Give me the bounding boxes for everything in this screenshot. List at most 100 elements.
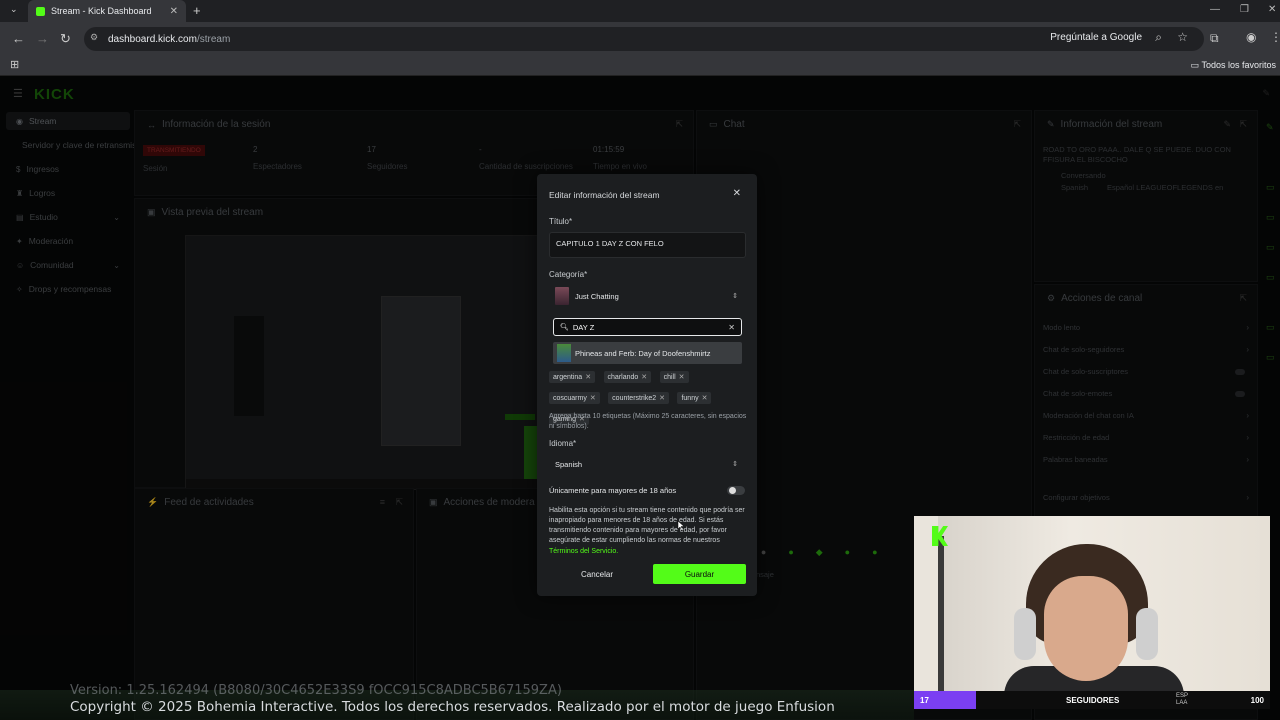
popout-icon[interactable]: ⇱ [395,497,403,508]
remove-tag-icon[interactable]: ✕ [659,395,665,402]
popout-icon[interactable]: ⇱ [1239,293,1247,304]
bookmarks-label: Todos los favoritos [1201,60,1276,70]
new-tab-icon[interactable]: + [193,3,201,18]
stat-value: 17 [367,145,376,154]
terms-link[interactable]: Términos del Servicio. [549,548,618,555]
filter-icon[interactable]: ≡ [380,497,385,507]
extensions-icon[interactable]: ⧉ [1210,31,1219,46]
tag-chip[interactable]: charlando ✕ [603,371,652,383]
remove-tag-icon[interactable]: ✕ [702,395,708,402]
apps-grid-icon[interactable]: ⊞ [10,58,19,71]
sidebar-item-community[interactable]: ☺ Comunidad ⌄ [6,256,130,274]
sidebar-item-stream[interactable]: ◉ Stream [6,112,130,130]
ai-moderation-item[interactable]: Moderación del chat con IA › [1043,411,1249,425]
emote-icon[interactable]: ◆ [816,547,823,558]
follower-goal-bar: 17 SEGUIDORES ESP LAA 100 [914,691,1270,709]
quick-action-icon[interactable]: ▭ [1266,272,1280,283]
goals-item[interactable]: Configurar objetivos › [1043,493,1249,507]
close-icon[interactable]: ✕ [733,188,741,199]
tag-label: funny [681,395,699,402]
category-search-result[interactable]: Phineas and Ferb: Day of Doofenshmirtz [553,342,742,531]
clear-search-icon[interactable]: ✕ [728,323,735,332]
close-window-icon[interactable]: ✕ [1268,4,1276,15]
emotes-only-toggle[interactable] [1235,391,1245,397]
emote-icon[interactable]: ● [845,547,850,558]
quick-action-icon[interactable]: ▭ [1266,352,1280,363]
banned-words-item[interactable]: Palabras baneadas › [1043,455,1249,469]
subs-only-item[interactable]: Chat de solo-suscriptores [1043,367,1249,381]
panel-title: ▣ Acciones de modera [429,497,535,508]
slow-mode-item[interactable]: Modo lento › [1043,323,1249,337]
remove-tag-icon[interactable]: ✕ [641,374,647,381]
language-select[interactable]: Spanish ⇕ [549,452,746,476]
category-search-input[interactable]: 🔍︎ DAY Z ✕ [553,318,742,336]
stream-title-input[interactable]: CAPITULO 1 DAY Z CON FELO [549,232,746,258]
quick-action-icon[interactable]: ▭ [1266,322,1280,333]
maximize-icon[interactable]: ❐ [1240,4,1249,15]
category-select[interactable]: Just Chatting ⇕ [549,284,746,308]
preview-title: Vista previa del stream [161,207,264,218]
edit-layout-icon[interactable]: ✎ [1262,88,1270,99]
quick-action-icon[interactable]: ▭ [1266,242,1280,253]
sidebar-item-server-key[interactable]: Servidor y clave de retransmisión [6,136,148,154]
zoom-icon[interactable]: ⌕ [1155,30,1162,45]
stream-preview-video[interactable] [185,235,541,490]
emote-icon[interactable]: ● [761,547,766,558]
remove-tag-icon[interactable]: ✕ [590,395,596,402]
forward-icon[interactable]: → [36,31,49,46]
tab-search-icon[interactable]: ⌄ [10,4,18,15]
sidebar-item-studio[interactable]: ▤ Estudio ⌄ [6,208,130,226]
chrome-menu-icon[interactable]: ⋮ [1270,30,1280,44]
popout-icon[interactable]: ⇱ [1239,119,1247,130]
tag-chip[interactable]: argentina ✕ [549,371,596,383]
sidebar-item-moderation[interactable]: ✦ Moderación [6,232,130,250]
quick-action-icon[interactable]: ▭ [1266,182,1280,193]
menu-icon[interactable]: ☰ [13,87,23,100]
close-tab-icon[interactable]: ✕ [170,6,178,17]
minimize-icon[interactable]: — [1210,4,1220,15]
reload-icon[interactable]: ↻ [60,31,71,47]
url-omnibox[interactable]: ⚙ dashboard.kick.com/stream Pregúntale a… [84,27,1204,51]
tag-chip[interactable]: chill ✕ [659,371,689,383]
activity-icon: ⚡ [147,497,159,507]
tag-chip[interactable]: funny ✕ [677,392,712,404]
save-button[interactable]: Guardar [653,564,746,584]
sidebar-item-drops[interactable]: ✧ Drops y recompensas [6,280,130,298]
chevron-right-icon: › [1246,411,1249,420]
cancel-button[interactable]: Cancelar [549,564,645,584]
browser-tab[interactable]: Stream - Kick Dashboard ✕ [28,0,186,22]
popout-icon[interactable]: ⇱ [675,119,683,130]
sidebar-item-label: Servidor y clave de retransmisión [22,140,148,150]
remove-tag-icon[interactable]: ✕ [679,374,685,381]
edit-icon[interactable]: ✎ [1223,119,1231,130]
bookmark-star-icon[interactable]: ☆ [1177,30,1188,44]
chevron-updown-icon: ⇕ [732,461,738,468]
tag-chip[interactable]: counterstrike2 ✕ [608,392,670,404]
emote-icon[interactable]: ● [872,547,877,558]
profile-avatar[interactable]: ◉ [1246,30,1256,44]
site-settings-icon[interactable]: ⚙ [90,32,98,43]
tag-label: coscuarmy [553,395,587,402]
back-icon[interactable]: ← [12,31,25,46]
sidebar-item-revenue[interactable]: $ Ingresos [6,160,130,178]
panel-title: ✎ Información del stream [1047,119,1162,130]
quick-edit-icon[interactable]: ✎ [1266,122,1280,133]
emote-icon[interactable]: ● [788,547,793,558]
kick-logo[interactable]: KICK [34,86,75,103]
action-label: Modo lento [1043,323,1081,332]
tag-chip[interactable]: coscuarmy ✕ [549,392,600,404]
sidebar-item-achievements[interactable]: ♜ Logros [6,184,130,202]
quick-action-icon[interactable]: ▭ [1266,212,1280,223]
popout-icon[interactable]: ⇱ [1013,119,1021,130]
chevron-right-icon: › [1246,345,1249,354]
subs-only-toggle[interactable] [1235,369,1245,375]
age-restriction-item[interactable]: Restricción de edad › [1043,433,1249,447]
ask-google-button[interactable]: Pregúntale a Google [1050,32,1142,43]
followers-only-item[interactable]: Chat de solo-seguidores › [1043,345,1249,359]
browser-tab-strip: ⌄ Stream - Kick Dashboard ✕ + — ❐ ✕ [0,0,1280,22]
all-bookmarks-button[interactable]: ▭ Todos los favoritos [1191,60,1276,71]
live-badge: TRANSMITIENDO [143,145,205,156]
remove-tag-icon[interactable]: ✕ [585,374,591,381]
emotes-only-item[interactable]: Chat de solo-emotes [1043,389,1249,403]
adult-content-toggle[interactable] [727,486,745,495]
